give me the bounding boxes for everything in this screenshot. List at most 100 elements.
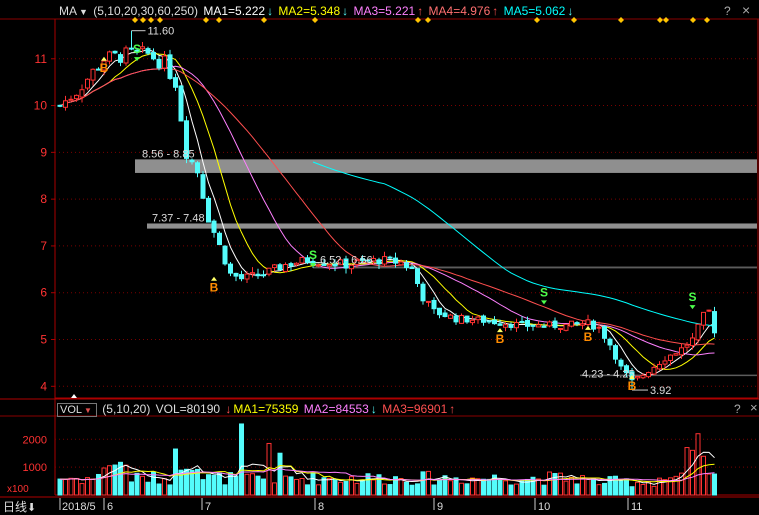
candle-body[interactable] (107, 51, 112, 62)
event-diamond-icon[interactable] (690, 17, 696, 23)
candle-body[interactable] (536, 324, 541, 328)
volume-bar[interactable] (167, 484, 173, 496)
candlestick-chart[interactable]: 4 5 6 7 8 9 10 11 1000 2000 x100 11.60 3.92 8.56 - 8.… (0, 0, 759, 513)
volume-bar[interactable] (316, 484, 321, 496)
volume-bar[interactable] (453, 477, 459, 496)
volume-bar[interactable] (321, 477, 327, 496)
volume-bar[interactable] (635, 481, 640, 496)
candle-body[interactable] (558, 327, 563, 330)
candle-body[interactable] (277, 264, 283, 271)
volume-bar[interactable] (706, 473, 712, 496)
event-diamond-icon[interactable] (657, 17, 663, 23)
ma-indicator-label[interactable]: MA (59, 4, 77, 18)
volume-bar[interactable] (475, 478, 481, 496)
candle-body[interactable] (420, 283, 426, 302)
volume-bar[interactable] (591, 478, 596, 496)
candle-body[interactable] (646, 372, 651, 378)
volume-bar[interactable] (79, 483, 85, 496)
candle-body[interactable] (151, 52, 156, 60)
candle-body[interactable] (195, 162, 200, 174)
volume-bar[interactable] (646, 481, 651, 496)
volume-bar[interactable] (426, 470, 431, 496)
volume-bar[interactable] (618, 480, 624, 496)
candle-body[interactable] (211, 220, 217, 233)
volume-bar[interactable] (508, 484, 514, 496)
candle-body[interactable] (68, 98, 74, 101)
volume-bar[interactable] (420, 471, 426, 496)
volume-bar[interactable] (310, 472, 316, 496)
candle-body[interactable] (668, 354, 673, 361)
volume-bar[interactable] (255, 475, 261, 496)
event-diamond-icon[interactable] (663, 17, 669, 23)
volume-bar[interactable] (299, 477, 305, 496)
candle-body[interactable] (492, 319, 497, 325)
candle-body[interactable] (79, 89, 85, 98)
volume-bar[interactable] (651, 485, 657, 496)
candle-body[interactable] (376, 259, 382, 265)
volume-bar[interactable] (695, 433, 701, 496)
candle-body[interactable] (563, 323, 569, 331)
volume-bar[interactable] (200, 479, 206, 496)
candle-body[interactable] (585, 319, 591, 325)
candle-body[interactable] (118, 54, 123, 63)
candle-body[interactable] (393, 257, 398, 264)
candle-body[interactable] (519, 320, 525, 323)
volume-bar[interactable] (85, 477, 90, 496)
volume-bar[interactable] (327, 477, 332, 496)
volume-bar[interactable] (519, 480, 525, 496)
volume-bar[interactable] (371, 479, 376, 496)
volume-bar[interactable] (162, 478, 167, 496)
candle-body[interactable] (475, 316, 481, 321)
candle-body[interactable] (514, 322, 519, 329)
candle-body[interactable] (173, 77, 178, 88)
candle-body[interactable] (250, 272, 255, 275)
help-icon[interactable]: ? (724, 4, 731, 18)
candle-body[interactable] (409, 266, 415, 270)
event-diamond-icon[interactable] (704, 17, 710, 23)
candle-body[interactable] (431, 299, 437, 310)
volume-bar[interactable] (404, 481, 409, 496)
candle-body[interactable] (706, 309, 712, 312)
candle-body[interactable] (662, 360, 668, 365)
volume-bar[interactable] (134, 472, 140, 496)
candle-body[interactable] (112, 50, 118, 54)
candle-body[interactable] (508, 324, 514, 328)
volume-bar[interactable] (123, 464, 129, 496)
volume-bar[interactable] (272, 482, 277, 496)
volume-bar[interactable] (640, 483, 646, 496)
candle-body[interactable] (266, 267, 272, 275)
volume-bar[interactable] (481, 478, 486, 496)
candle-body[interactable] (167, 54, 173, 79)
volume-bar[interactable] (624, 478, 629, 496)
candle-body[interactable] (602, 326, 607, 339)
candle-body[interactable] (464, 315, 470, 323)
candle-body[interactable] (233, 272, 239, 277)
volume-bar[interactable] (288, 476, 294, 496)
candle-body[interactable] (453, 315, 459, 323)
candle-body[interactable] (503, 324, 508, 328)
candle-body[interactable] (156, 58, 162, 69)
candle-body[interactable] (552, 320, 558, 328)
volume-bar[interactable] (239, 423, 244, 496)
volume-bar[interactable] (415, 483, 420, 496)
candle-body[interactable] (217, 232, 222, 246)
volume-bar[interactable] (712, 473, 717, 496)
volume-bar[interactable] (409, 484, 415, 496)
indicator-dropdown-icon[interactable]: ▼ (79, 7, 88, 17)
volume-bar[interactable] (343, 480, 349, 496)
volume-bar[interactable] (398, 478, 404, 496)
volume-bar[interactable] (63, 479, 68, 496)
volume-bar[interactable] (90, 478, 96, 496)
candle-body[interactable] (261, 274, 266, 277)
candle-body[interactable] (426, 300, 431, 303)
candle-body[interactable] (415, 268, 420, 284)
volume-bar[interactable] (145, 481, 151, 496)
volume-bar[interactable] (173, 448, 178, 496)
volume-bar[interactable] (382, 483, 387, 496)
volume-bar[interactable] (217, 472, 222, 496)
candle-body[interactable] (591, 320, 596, 330)
candle-body[interactable] (448, 314, 453, 319)
candle-body[interactable] (74, 94, 79, 100)
candle-body[interactable] (701, 311, 706, 326)
volume-bar[interactable] (107, 465, 112, 496)
